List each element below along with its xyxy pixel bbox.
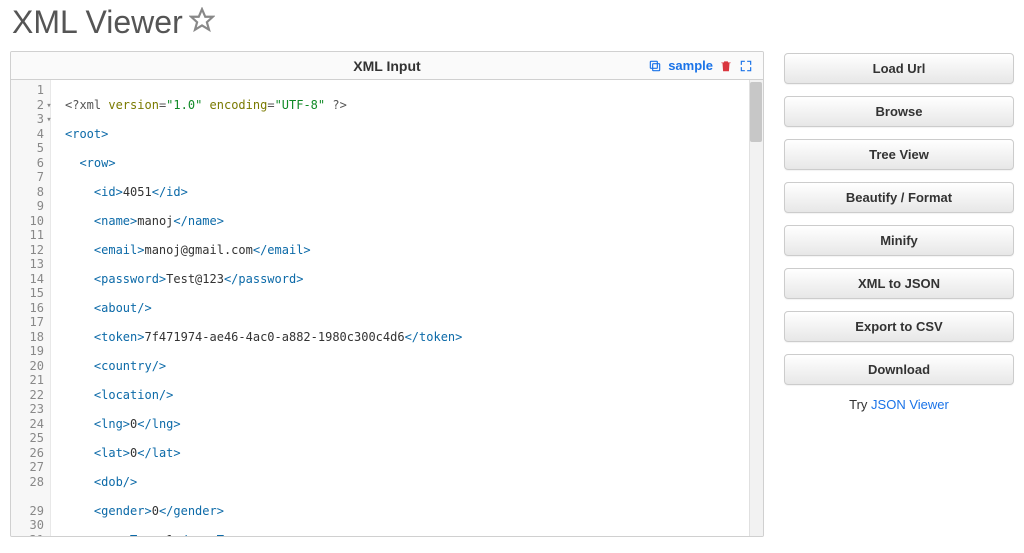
code-content[interactable]: <?xml version="1.0" encoding="UTF-8" ?> …	[51, 80, 763, 536]
page-header: XML Viewer	[0, 0, 1024, 51]
panel-title: XML Input	[353, 58, 420, 74]
page-title: XML Viewer	[12, 4, 183, 41]
browse-button[interactable]: Browse	[784, 96, 1014, 127]
editor-panel: XML Input sample 1 2▾ 3▾	[10, 51, 764, 537]
tree-view-button[interactable]: Tree View	[784, 139, 1014, 170]
copy-icon[interactable]	[648, 59, 662, 73]
beautify-button[interactable]: Beautify / Format	[784, 182, 1014, 213]
minify-button[interactable]: Minify	[784, 225, 1014, 256]
main-layout: XML Input sample 1 2▾ 3▾	[0, 51, 1024, 537]
line-gutter: 1 2▾ 3▾ 4567 891011 12131415 16171819 20…	[11, 80, 51, 536]
try-json-viewer: Try JSON Viewer	[784, 397, 1014, 412]
scrollbar[interactable]	[749, 80, 763, 536]
load-url-button[interactable]: Load Url	[784, 53, 1014, 84]
sample-label: sample	[668, 58, 713, 73]
panel-header: XML Input sample	[11, 52, 763, 80]
export-csv-button[interactable]: Export to CSV	[784, 311, 1014, 342]
code-editor[interactable]: 1 2▾ 3▾ 4567 891011 12131415 16171819 20…	[11, 80, 763, 536]
panel-actions: sample	[648, 58, 753, 73]
scrollbar-thumb[interactable]	[750, 82, 762, 142]
xml-to-json-button[interactable]: XML to JSON	[784, 268, 1014, 299]
try-prefix: Try	[849, 397, 871, 412]
action-sidebar: Load Url Browse Tree View Beautify / For…	[784, 51, 1014, 537]
download-button[interactable]: Download	[784, 354, 1014, 385]
sample-button[interactable]: sample	[668, 58, 713, 73]
expand-icon[interactable]	[739, 59, 753, 73]
star-icon[interactable]	[189, 7, 215, 38]
trash-icon[interactable]	[719, 59, 733, 73]
json-viewer-link[interactable]: JSON Viewer	[871, 397, 949, 412]
